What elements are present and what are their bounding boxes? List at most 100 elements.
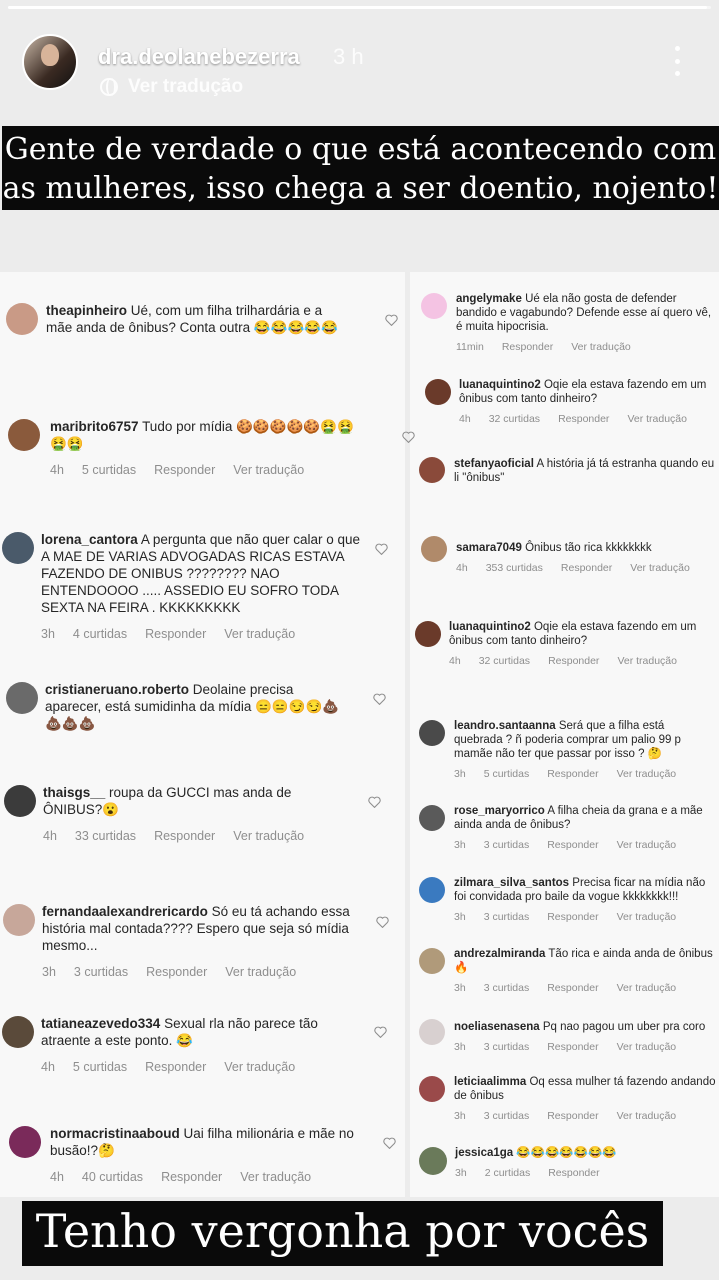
reply-button[interactable]: Responder — [547, 1109, 598, 1123]
comment-avatar — [6, 303, 38, 335]
reply-button[interactable]: Responder — [561, 561, 612, 575]
translate-button[interactable]: Ver tradução — [100, 76, 243, 98]
reply-button[interactable]: Responder — [145, 626, 206, 643]
reply-button[interactable]: Responder — [558, 412, 609, 426]
reply-button[interactable]: Responder — [547, 910, 598, 924]
translate-link[interactable]: Ver tradução — [617, 981, 677, 995]
comment-avatar — [3, 904, 35, 936]
translate-link[interactable]: Ver tradução — [233, 462, 304, 479]
comment-likes[interactable]: 3 curtidas — [74, 964, 128, 981]
comment-username: tatianeazevedo334 — [41, 1016, 161, 1031]
comment-text: 😂😂😂😂😂😂😂 — [516, 1147, 617, 1159]
comment-username: thaisgs__ — [43, 785, 106, 800]
story-username[interactable]: dra.deolanebezerra — [98, 44, 300, 70]
heart-icon[interactable] — [375, 543, 388, 555]
comment-time: 4h — [50, 1170, 64, 1184]
comment-time: 4h — [456, 562, 468, 574]
translate-link[interactable]: Ver tradução — [617, 1109, 677, 1123]
comment-likes[interactable]: 33 curtidas — [75, 828, 136, 845]
comment-time: 3h — [41, 627, 55, 641]
comment-avatar — [419, 948, 445, 974]
more-options-icon[interactable] — [672, 46, 682, 76]
comment-avatar — [9, 1126, 41, 1158]
comment-avatar — [419, 805, 445, 831]
comment-avatar — [419, 1147, 447, 1175]
comment-likes[interactable]: 5 curtidas — [82, 462, 136, 479]
reply-button[interactable]: Responder — [547, 981, 598, 995]
comment-likes[interactable]: 3 curtidas — [484, 1040, 530, 1054]
comment-likes[interactable]: 2 curtidas — [485, 1166, 531, 1180]
reply-button[interactable]: Responder — [154, 462, 215, 479]
comment-username: zilmara_silva_santos — [454, 877, 570, 889]
comment-time: 4h — [43, 829, 57, 843]
avatar[interactable] — [22, 34, 78, 90]
heart-icon[interactable] — [374, 1026, 387, 1038]
heart-icon[interactable] — [383, 1137, 396, 1149]
comment-avatar — [419, 1076, 445, 1102]
comment-likes[interactable]: 3 curtidas — [484, 910, 530, 924]
caption-top: Gente de verdade o que está acontecendo … — [2, 126, 719, 210]
comment-time: 4h — [50, 463, 64, 477]
translate-link[interactable]: Ver tradução — [617, 1040, 677, 1054]
reply-button[interactable]: Responder — [161, 1169, 222, 1186]
translate-link[interactable]: Ver tradução — [617, 910, 677, 924]
reply-button[interactable]: Responder — [502, 340, 553, 354]
reply-button[interactable]: Responder — [154, 828, 215, 845]
comment-likes[interactable]: 32 curtidas — [479, 654, 530, 668]
reply-button[interactable]: Responder — [145, 1059, 206, 1076]
story-header: dra.deolanebezerra 3 h Ver tradução — [0, 0, 719, 115]
reply-button[interactable]: Responder — [548, 654, 599, 668]
comment-likes[interactable]: 40 curtidas — [82, 1169, 143, 1186]
comment-avatar — [6, 682, 38, 714]
heart-icon[interactable] — [376, 916, 389, 928]
story-time: 3 h — [333, 44, 364, 69]
comment-likes[interactable]: 4 curtidas — [73, 626, 127, 643]
translate-link[interactable]: Ver tradução — [571, 340, 631, 354]
reply-button[interactable]: Responder — [547, 1040, 598, 1054]
comment-likes[interactable]: 3 curtidas — [484, 838, 530, 852]
comment-avatar — [421, 536, 447, 562]
comment-likes[interactable]: 3 curtidas — [484, 1109, 530, 1123]
comment-username: leandro.santaanna — [454, 720, 556, 732]
comment-likes[interactable]: 3 curtidas — [484, 981, 530, 995]
comment-likes[interactable]: 5 curtidas — [73, 1059, 127, 1076]
comment-username: stefanyaoficial — [454, 458, 534, 470]
comment-time: 3h — [454, 839, 466, 851]
comment-likes[interactable]: 5 curtidas — [484, 767, 530, 781]
translate-link[interactable]: Ver tradução — [225, 964, 296, 981]
reply-button[interactable]: Responder — [548, 1166, 599, 1180]
comment-avatar — [419, 457, 445, 483]
translate-link[interactable]: Ver tradução — [617, 654, 677, 668]
heart-icon[interactable] — [368, 796, 381, 808]
globe-icon — [100, 78, 118, 96]
translate-link[interactable]: Ver tradução — [617, 838, 677, 852]
comment-username: maribrito6757 — [50, 419, 139, 434]
translate-link[interactable]: Ver tradução — [617, 767, 677, 781]
comment-time: 4h — [41, 1060, 55, 1074]
comment-time: 3h — [454, 768, 466, 780]
translate-link[interactable]: Ver tradução — [224, 1059, 295, 1076]
comment-username: cristianeruano.roberto — [45, 682, 190, 697]
translate-link[interactable]: Ver tradução — [630, 561, 690, 575]
story-frame[interactable]: theapinheiro Ué, com um filha trilhardár… — [0, 0, 719, 1280]
translate-link[interactable]: Ver tradução — [233, 828, 304, 845]
comment-time: 3h — [42, 965, 56, 979]
comment-likes[interactable]: 353 curtidas — [486, 561, 543, 575]
translate-link[interactable]: Ver tradução — [224, 626, 295, 643]
reply-button[interactable]: Responder — [547, 838, 598, 852]
heart-icon[interactable] — [373, 693, 386, 705]
caption-bottom: Tenho vergonha por vocês — [22, 1201, 663, 1266]
heart-icon[interactable] — [385, 314, 398, 326]
heart-icon[interactable] — [402, 431, 415, 443]
comment-likes[interactable]: 32 curtidas — [489, 412, 540, 426]
comment-avatar — [421, 293, 447, 319]
comment-username: samara7049 — [456, 542, 522, 554]
comment-time: 11min — [456, 341, 484, 353]
reply-button[interactable]: Responder — [547, 767, 598, 781]
translate-link[interactable]: Ver tradução — [240, 1169, 311, 1186]
comment-time: 3h — [454, 1110, 466, 1122]
comment-avatar — [2, 532, 34, 564]
translate-link[interactable]: Ver tradução — [627, 412, 687, 426]
comment-time: 4h — [459, 413, 471, 425]
reply-button[interactable]: Responder — [146, 964, 207, 981]
